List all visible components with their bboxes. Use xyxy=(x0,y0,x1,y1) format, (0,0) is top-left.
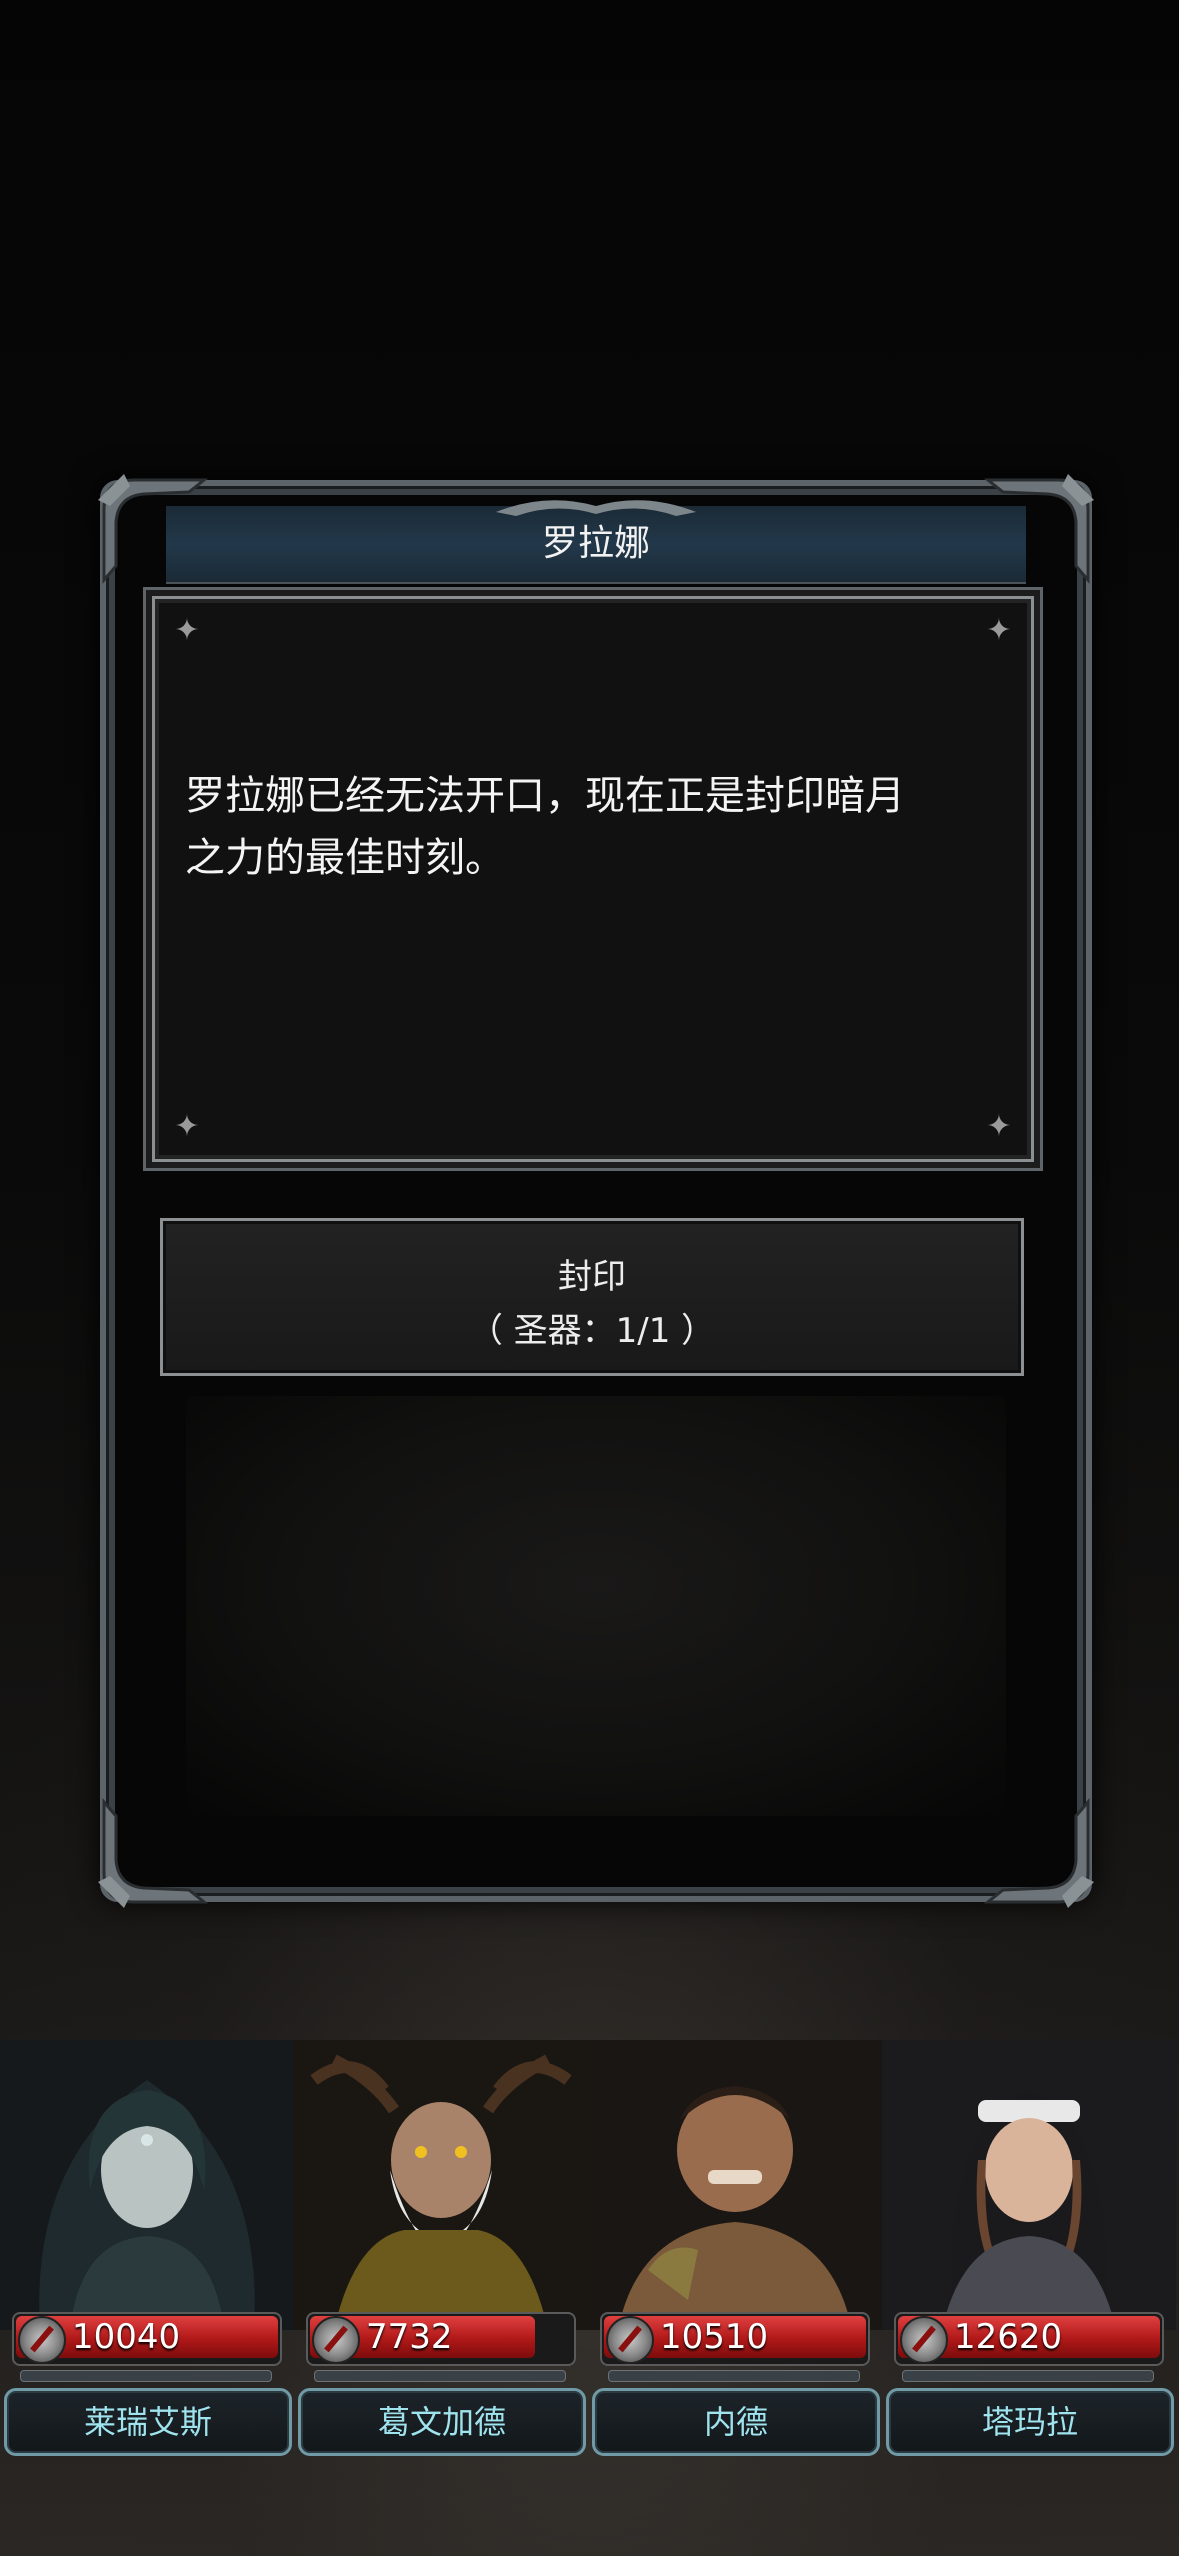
seal-action-button[interactable]: 封印 （ 圣器：1/1 ） xyxy=(160,1218,1024,1376)
sparkle-icon: ✦ xyxy=(174,1109,200,1144)
hp-bar: 7732 xyxy=(306,2312,576,2366)
secondary-bar xyxy=(902,2370,1154,2382)
hero-portrait xyxy=(294,2040,588,2330)
dialog-title-bar: 罗拉娜 xyxy=(166,500,1026,584)
dialog-body-text: 罗拉娜已经无法开口，现在正是封印暗月 之力的最佳时刻。 xyxy=(185,765,985,889)
seal-action-requirement: （ 圣器：1/1 ） xyxy=(468,1311,716,1351)
hero-portrait xyxy=(0,2040,294,2330)
sparkle-icon: ✦ xyxy=(986,613,1012,648)
hero-name: 内德 xyxy=(703,2403,768,2441)
hp-bar: 10510 xyxy=(600,2312,870,2366)
sparkle-icon: ✦ xyxy=(174,613,200,648)
hero-name-button[interactable]: 莱瑞艾斯 xyxy=(4,2388,292,2456)
hp-value: 10040 xyxy=(72,2317,181,2357)
sparkle-icon: ✦ xyxy=(986,1109,1012,1144)
secondary-bar xyxy=(20,2370,272,2382)
dialog-title: 罗拉娜 xyxy=(541,523,650,564)
seal-action-label: 封印 xyxy=(558,1257,626,1297)
hero-name: 莱瑞艾斯 xyxy=(83,2403,212,2441)
hp-bar: 12620 xyxy=(894,2312,1164,2366)
hero-name: 葛文加德 xyxy=(377,2403,506,2441)
party-member[interactable]: 10040 莱瑞艾斯 xyxy=(0,2040,294,2480)
hp-value: 7732 xyxy=(366,2317,453,2357)
hero-name: 塔玛拉 xyxy=(981,2403,1078,2441)
dialog-body-line: 罗拉娜已经无法开口，现在正是封印暗月 xyxy=(185,773,905,819)
sword-icon xyxy=(900,2316,948,2364)
secondary-bar xyxy=(314,2370,566,2382)
sword-icon xyxy=(312,2316,360,2364)
sword-icon xyxy=(606,2316,654,2364)
dialog-background-art xyxy=(186,1396,1006,1816)
hero-portrait xyxy=(882,2040,1176,2330)
event-dialog: 罗拉娜 ✦ ✦ ✦ ✦ 罗拉娜已经无法开口，现在正是封印暗月 之力的最佳时刻。 … xyxy=(98,474,1094,1908)
secondary-bar xyxy=(608,2370,860,2382)
hero-name-button[interactable]: 葛文加德 xyxy=(298,2388,586,2456)
party-member[interactable]: 7732 葛文加德 xyxy=(294,2040,588,2480)
party-bar: 10040 莱瑞艾斯 7732 葛文加德 10510 内德 12620 塔玛拉 xyxy=(0,2040,1179,2480)
sword-icon xyxy=(18,2316,66,2364)
party-member[interactable]: 10510 内德 xyxy=(588,2040,882,2480)
hp-bar: 10040 xyxy=(12,2312,282,2366)
hero-portrait xyxy=(588,2040,882,2330)
dialog-body-line: 之力的最佳时刻。 xyxy=(185,835,505,881)
hero-name-button[interactable]: 塔玛拉 xyxy=(886,2388,1174,2456)
hp-value: 10510 xyxy=(660,2317,769,2357)
dialog-text-panel: ✦ ✦ ✦ ✦ 罗拉娜已经无法开口，现在正是封印暗月 之力的最佳时刻。 xyxy=(152,596,1034,1162)
hero-name-button[interactable]: 内德 xyxy=(592,2388,880,2456)
hp-value: 12620 xyxy=(954,2317,1063,2357)
party-member[interactable]: 12620 塔玛拉 xyxy=(882,2040,1176,2480)
